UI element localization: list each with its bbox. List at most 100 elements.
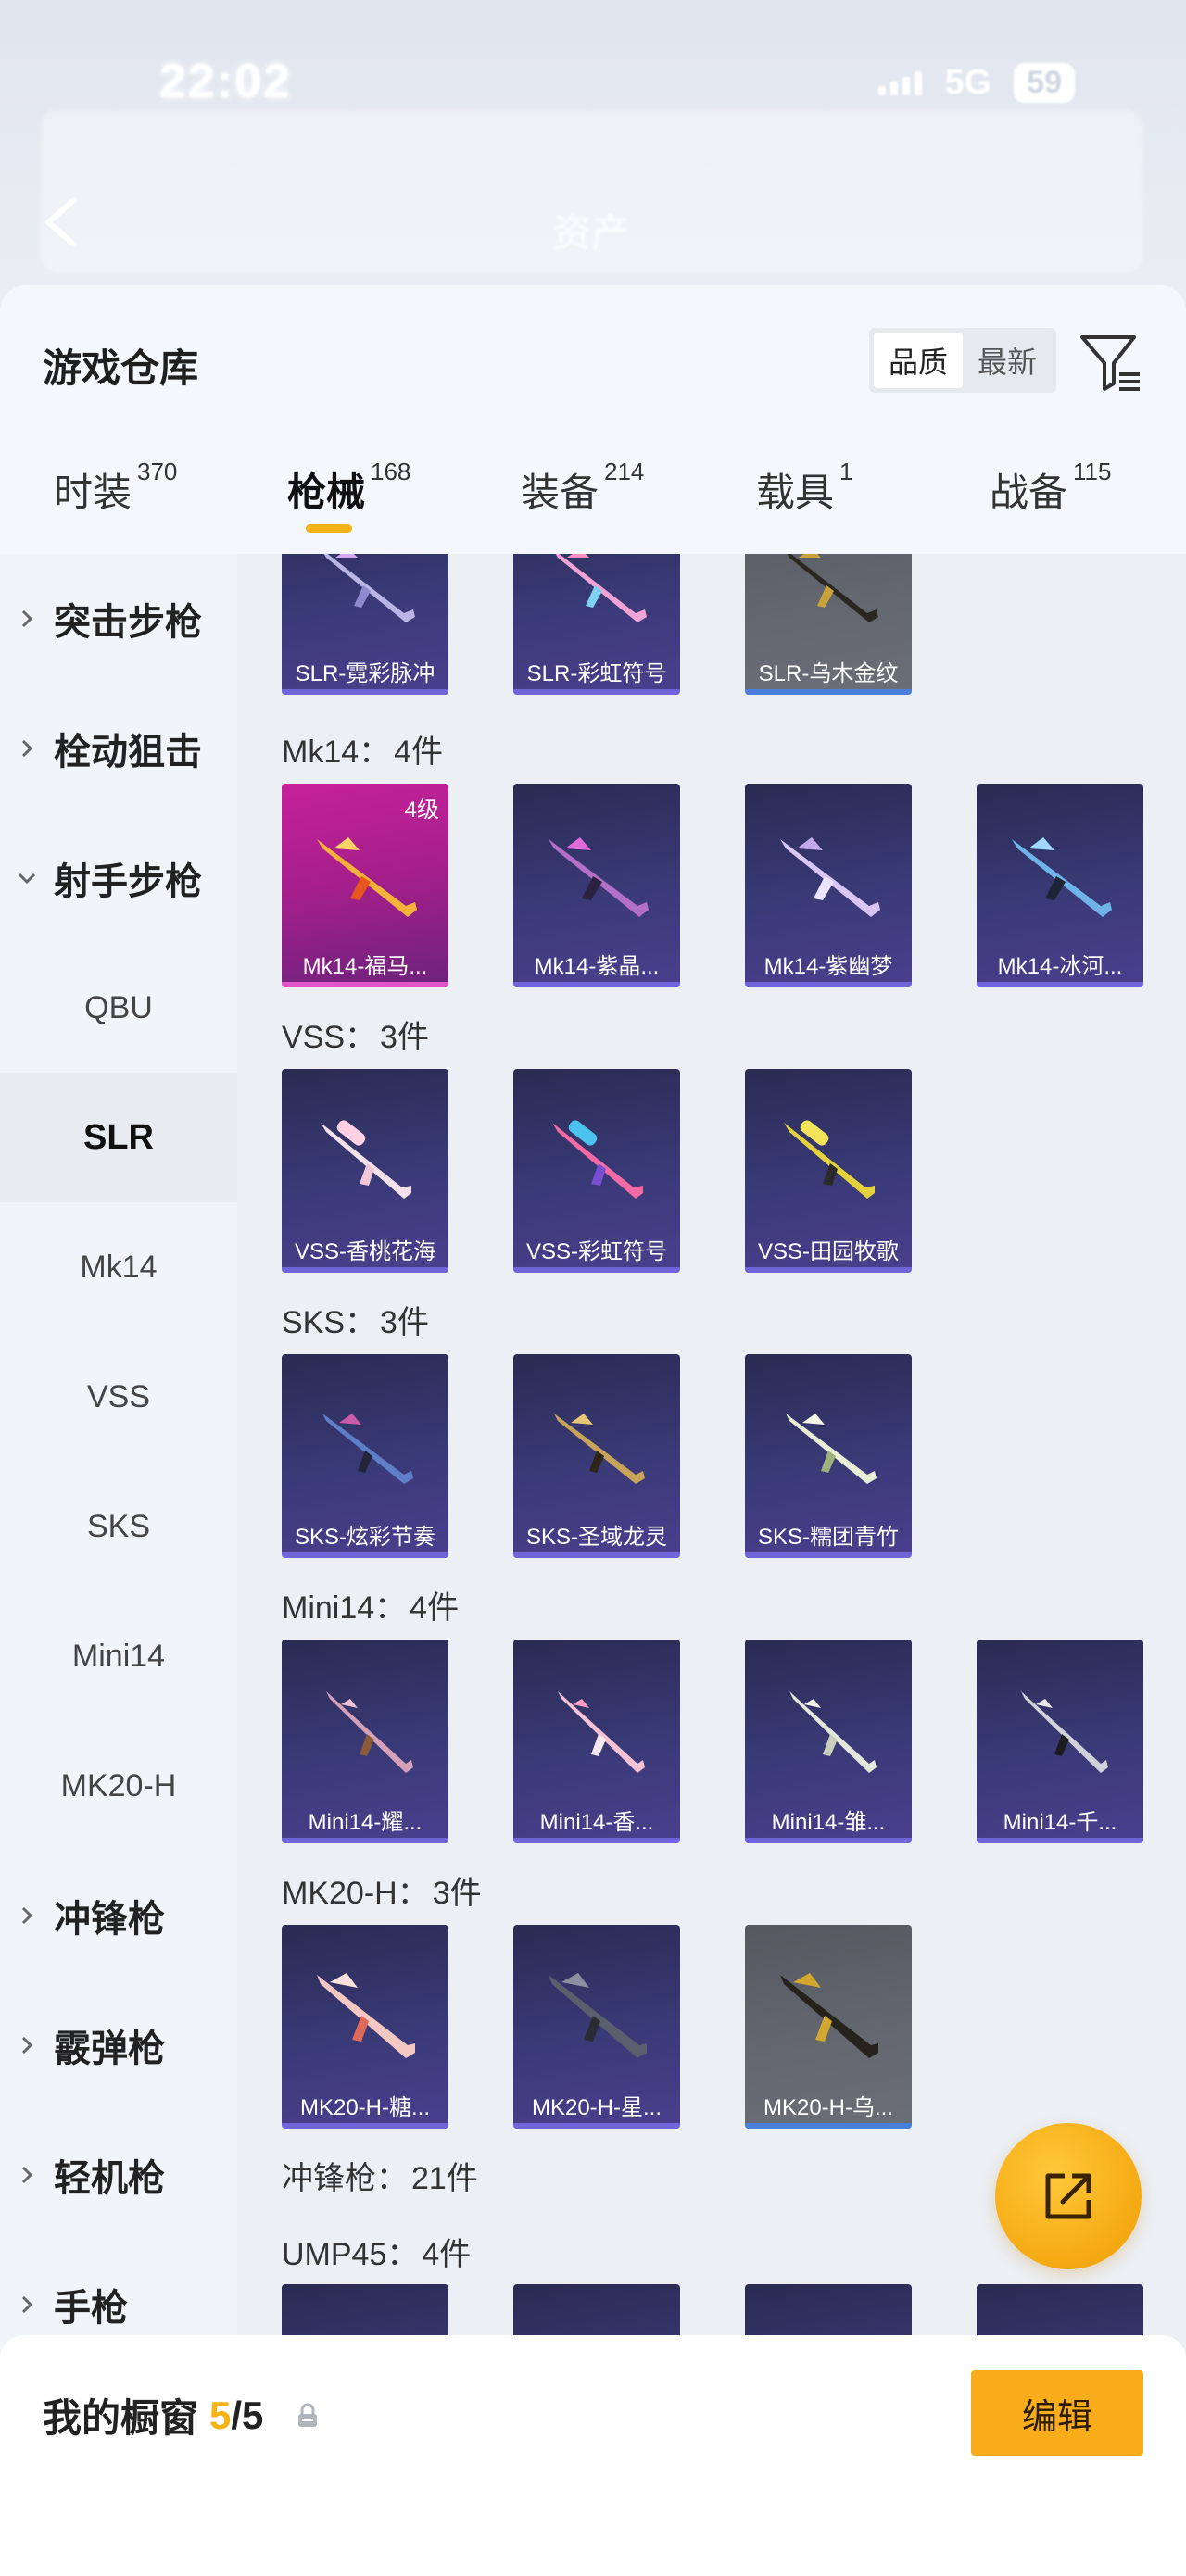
showcase-bar: 我的橱窗 5 / 5 编辑	[0, 2335, 1186, 2576]
weapon-name: SLR-彩虹符号	[526, 661, 667, 686]
weapon-name: SKS-圣域龙灵	[525, 1525, 667, 1550]
signal-icon	[878, 70, 923, 95]
showcase-title: 我的橱窗	[43, 2396, 199, 2440]
status-time: 22:02	[159, 55, 292, 108]
rarity-bar	[282, 982, 448, 987]
rifle-icon	[549, 837, 649, 917]
rifle-icon	[321, 1120, 411, 1199]
group-count: 3件	[380, 1305, 429, 1340]
weapon-card[interactable]: MK20-H-糖...	[282, 1925, 448, 2129]
weapon-card[interactable]: VSS-香桃花海	[282, 1069, 448, 1273]
weapon-name: Mk14-紫幽梦	[763, 954, 893, 979]
group-label-smg: 冲锋枪： 21件	[282, 2153, 478, 2198]
weapon-card[interactable]: Mk14-紫晶...	[513, 784, 680, 987]
weapon-name: MK20-H-乌...	[763, 2095, 893, 2120]
chevron-right-icon	[0, 608, 54, 630]
category-tabs: 时装 370 枪械 168 装备 214 载具 1 战备 115	[0, 458, 1186, 545]
sidebar-sub-vss[interactable]: VSS	[0, 1332, 237, 1462]
tab-vehicles[interactable]: 载具 1	[756, 458, 852, 518]
weapon-card[interactable]: SKS-炫彩节奏	[282, 1354, 448, 1558]
sidebar-sub-mk20h[interactable]: MK20-H	[0, 1721, 237, 1851]
sidebar-item-shotgun[interactable]: 霰弹枪	[0, 1980, 237, 2110]
sidebar-item-lmg[interactable]: 轻机枪	[0, 2110, 237, 2240]
sidebar-item-label: 射手步枪	[54, 861, 202, 902]
share-icon	[1045, 2173, 1091, 2219]
rarity-bar	[513, 1267, 680, 1273]
rifle-icon	[323, 554, 415, 622]
weapon-name: SLR-霓彩脉冲	[295, 661, 435, 686]
tab-count: 168	[371, 458, 411, 485]
weapon-card[interactable]: Mk14-紫幽梦	[745, 784, 912, 987]
weapon-card[interactable]: 4级 Mk14-福马...	[282, 784, 448, 987]
weapon-card[interactable]: Mini14-耀...	[282, 1640, 448, 1843]
rifle-icon	[780, 1973, 878, 2058]
sidebar-sub-mk14[interactable]: Mk14	[0, 1202, 237, 1332]
share-button[interactable]	[995, 2123, 1142, 2269]
weapon-name: SKS-糯团青竹	[757, 1525, 899, 1550]
back-icon[interactable]	[39, 195, 85, 250]
weapon-card[interactable]: Mini14-雏...	[745, 1640, 912, 1843]
group-label-text: MK20-H：	[282, 1876, 429, 1911]
group-label-vss: VSS： 3件	[282, 1012, 429, 1057]
showcase-current: 5	[209, 2393, 232, 2437]
sidebar: 突击步枪 栓动狙击 射手步枪 QBU SLR Mk14 VSS SKS Mini…	[0, 554, 237, 2576]
weapon-card[interactable]: Mini14-香...	[513, 1640, 680, 1843]
sidebar-item-bolt-sniper[interactable]: 栓动狙击	[0, 684, 237, 813]
group-count: 21件	[411, 2161, 478, 2196]
weapon-name: SLR-乌木金纹	[758, 661, 899, 686]
rifle-icon	[1021, 1691, 1108, 1773]
weapon-card[interactable]: VSS-田园牧歌	[745, 1069, 912, 1273]
group-label-text: SKS：	[282, 1305, 377, 1340]
weapon-card[interactable]: SLR-乌木金纹	[745, 554, 912, 695]
filter-icon[interactable]	[1079, 332, 1142, 395]
sidebar-sub-mini14[interactable]: Mini14	[0, 1591, 237, 1721]
sidebar-sub-sks[interactable]: SKS	[0, 1462, 237, 1591]
sidebar-item-marksman[interactable]: 射手步枪	[0, 813, 237, 943]
rifle-icon	[789, 1691, 877, 1773]
group-label-sks: SKS： 3件	[282, 1297, 429, 1342]
weapon-card[interactable]: SKS-糯团青竹	[745, 1354, 912, 1558]
tab-equipment[interactable]: 装备 214	[521, 458, 644, 518]
sort-quality-button[interactable]: 品质	[874, 333, 963, 388]
group-count: 4件	[422, 2237, 472, 2272]
weapon-card[interactable]: SLR-霓彩脉冲	[282, 554, 448, 695]
sidebar-sub-slr[interactable]: SLR	[0, 1073, 237, 1202]
weapon-name: MK20-H-糖...	[299, 2095, 430, 2120]
edit-button[interactable]: 编辑	[971, 2370, 1143, 2456]
showcase-separator: /	[231, 2393, 243, 2437]
showcase-max: 5	[242, 2393, 264, 2437]
sidebar-sub-qbu[interactable]: QBU	[0, 943, 237, 1073]
group-label-text: UMP45：	[282, 2237, 419, 2272]
tab-label: 枪械	[287, 471, 366, 514]
rarity-bar	[745, 1838, 912, 1843]
sidebar-item-smg[interactable]: 冲锋枪	[0, 1851, 237, 1980]
rifle-icon	[787, 554, 878, 622]
group-count: 4件	[394, 735, 444, 770]
weapon-name: Mk14-紫晶...	[534, 954, 660, 979]
rifle-icon	[554, 1414, 645, 1484]
group-label-text: VSS：	[282, 1020, 377, 1055]
weapon-card[interactable]: VSS-彩虹符号	[513, 1069, 680, 1273]
tab-guns[interactable]: 枪械 168	[287, 458, 411, 518]
weapon-card[interactable]: Mini14-千...	[977, 1640, 1143, 1843]
sort-newest-button[interactable]: 最新	[963, 333, 1052, 388]
weapon-card[interactable]: SLR-彩虹符号	[513, 554, 680, 695]
weapon-card[interactable]: MK20-H-星...	[513, 1925, 680, 2129]
rifle-icon	[784, 1120, 875, 1199]
weapon-name: VSS-彩虹符号	[525, 1239, 667, 1264]
sidebar-item-label: 冲锋枪	[54, 1899, 165, 1940]
rifle-icon	[780, 837, 880, 917]
weapon-card[interactable]: MK20-H-乌...	[745, 1925, 912, 2129]
rifle-icon	[326, 1691, 413, 1773]
sidebar-item-assault-rifle[interactable]: 突击步枪	[0, 554, 237, 684]
tab-fashion[interactable]: 时装 370	[54, 458, 177, 518]
rarity-bar	[282, 1552, 448, 1558]
sheet-title: 游戏仓库	[43, 346, 199, 390]
tab-gear[interactable]: 战备 115	[990, 458, 1111, 518]
group-count: 3件	[380, 1020, 429, 1055]
weapon-card[interactable]: Mk14-冰河...	[977, 784, 1143, 987]
rarity-bar	[513, 1838, 680, 1843]
showcase-label: 我的橱窗 5 / 5	[43, 2387, 321, 2444]
weapon-card[interactable]: SKS-圣域龙灵	[513, 1354, 680, 1558]
rifle-icon	[549, 1973, 647, 2058]
